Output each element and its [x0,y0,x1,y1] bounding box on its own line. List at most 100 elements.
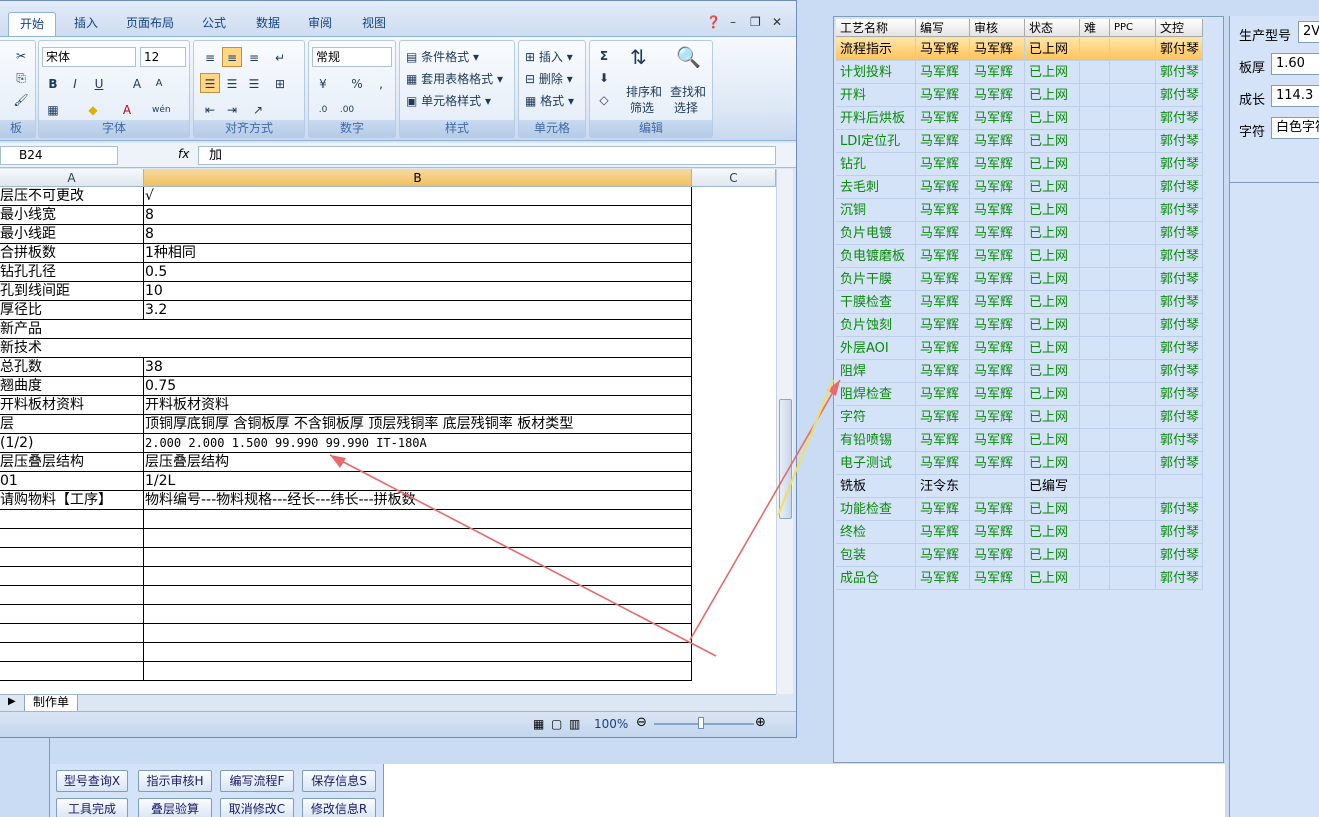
process-row[interactable]: 负电镀磨板 马军辉 马军辉 已上网 郭付琴 [834,245,1203,268]
cell-a[interactable]: 请购物料【工序】 [0,491,144,510]
length-input[interactable]: 114.3 [1271,85,1319,107]
cell-a[interactable]: 孔到线间距 [0,282,144,301]
thickness-input[interactable]: 1.60 [1271,53,1319,75]
formula-input[interactable]: 加 [198,146,776,165]
cell-a[interactable]: 翘曲度 [0,377,144,396]
tab-review[interactable]: 审阅 [298,12,342,36]
char-input[interactable]: 白色字符 [1271,117,1319,139]
number-format-select[interactable]: 常规 [312,47,392,67]
currency-icon[interactable]: ¥ [313,73,333,93]
write-flow-button[interactable]: 编写流程F [220,770,294,792]
vertical-scrollbar[interactable] [776,169,793,694]
find-select-label-2[interactable]: 选择 [674,99,698,116]
cell-b[interactable] [145,662,692,681]
close-icon[interactable]: ✕ [772,15,782,29]
cell-b[interactable] [145,624,692,643]
wrap-text-icon[interactable]: ↵ [270,47,290,67]
minimize-icon[interactable]: – [730,15,736,29]
grow-font-icon[interactable]: A [127,73,147,93]
tool-complete-button[interactable]: 工具完成 [56,798,128,817]
cell-b[interactable]: 38 [145,358,692,377]
cell-b[interactable]: 开料板材资料 [145,396,692,415]
cell-a[interactable] [0,624,144,643]
cell-a[interactable] [0,643,144,662]
col-difficulty[interactable]: 难 [1080,19,1110,37]
sum-icon[interactable]: Σ [594,45,614,65]
cell-b[interactable] [145,586,692,605]
cell-a[interactable] [0,605,144,624]
cell-a[interactable] [0,548,144,567]
cell-b[interactable]: √ [145,187,692,206]
table-format-button[interactable]: ▦ 套用表格格式 ▾ [406,70,503,87]
cell-b[interactable]: 8 [145,225,692,244]
align-center-icon[interactable]: ☰ [222,73,242,93]
cell-a[interactable] [0,662,144,681]
find-select-icon[interactable]: 🔍 [676,45,701,69]
column-header-a[interactable]: A [0,169,144,187]
normal-view-icon[interactable]: ▦ [533,717,544,731]
cell-a[interactable] [0,510,144,529]
sort-filter-label-2[interactable]: 筛选 [630,99,654,116]
font-size-select[interactable]: 12 [140,47,186,67]
col-ppc[interactable]: PPC [1110,19,1156,37]
sort-filter-label-1[interactable]: 排序和 [626,83,662,100]
process-row[interactable]: 沉铜 马军辉 马军辉 已上网 郭付琴 [834,199,1203,222]
col-reviewer[interactable]: 审核 [970,19,1025,37]
model-input[interactable]: 2V [1298,21,1319,43]
align-top-icon[interactable]: ≡ [200,47,220,67]
cell-b[interactable] [145,529,692,548]
process-row[interactable]: 计划投料 马军辉 马军辉 已上网 郭付琴 [834,61,1203,84]
cell-b[interactable]: 3.2 [145,301,692,320]
tab-page-layout[interactable]: 页面布局 [116,12,184,36]
cell-b[interactable]: 层压叠层结构 [145,453,692,472]
sheet-tab-zhizuodan[interactable]: 制作单 [24,695,79,712]
process-row[interactable]: 开料后烘板 马军辉 马军辉 已上网 郭付琴 [834,107,1203,130]
process-row[interactable]: 终检 马军辉 马军辉 已上网 郭付琴 [834,521,1203,544]
process-row[interactable]: 字符 马军辉 马军辉 已上网 郭付琴 [834,406,1203,429]
conditional-format-button[interactable]: ▤ 条件格式 ▾ [406,48,479,65]
clear-icon[interactable]: ◇ [594,89,614,109]
worksheet[interactable]: A B C 层压不可更改 √ 最小线宽 8 最小线距 8 合拼板数 1种相同 钻孔孔径 0.5 孔到… [0,169,776,694]
cell-a[interactable]: 层 [0,415,144,434]
cell-b[interactable]: 0.5 [145,263,692,282]
process-row[interactable]: 干膜检查 马军辉 马军辉 已上网 郭付琴 [834,291,1203,314]
save-info-button[interactable]: 保存信息S [302,770,376,792]
decrease-indent-icon[interactable]: ⇤ [200,99,220,119]
cell-b[interactable]: 顶铜厚底铜厚 含铜板厚 不含铜板厚 顶层残铜率 底层残铜率 板材类型 [145,415,692,434]
cell-b[interactable]: 物料编号---物料规格---经长---纬长---拼板数 [145,491,692,510]
process-row[interactable]: 流程指示 马军辉 马军辉 已上网 郭付琴 [834,38,1203,61]
align-right-icon[interactable]: ☰ [244,73,264,93]
cell-a[interactable]: 最小线距 [0,225,144,244]
cell-a[interactable] [0,567,144,586]
next-sheet-icon[interactable]: ▶ [8,696,16,707]
col-process-name[interactable]: 工艺名称 [836,19,916,37]
tab-formulas[interactable]: 公式 [192,12,236,36]
process-row[interactable]: 钻孔 马军辉 马军辉 已上网 郭付琴 [834,153,1203,176]
font-name-select[interactable]: 宋体 [42,47,136,67]
zoom-in-icon[interactable]: ⊕ [755,715,766,730]
scroll-thumb[interactable] [779,399,792,519]
process-row[interactable]: 开料 马军辉 马军辉 已上网 郭付琴 [834,84,1203,107]
delete-cells-button[interactable]: ⊟ 删除 ▾ [525,70,573,87]
process-row[interactable]: 负片蚀刻 马军辉 马军辉 已上网 郭付琴 [834,314,1203,337]
process-row[interactable]: 负片干膜 马军辉 马军辉 已上网 郭付琴 [834,268,1203,291]
cell-a[interactable]: 开料板材资料 [0,396,144,415]
col-writer[interactable]: 编写 [916,19,970,37]
align-left-icon[interactable]: ☰ [200,73,220,93]
format-painter-icon[interactable]: 🖌 [11,89,31,109]
fill-icon[interactable]: ⬇ [594,67,614,87]
col-status[interactable]: 状态 [1025,19,1080,37]
cell-a[interactable] [0,586,144,605]
shrink-font-icon[interactable]: A [149,73,169,93]
cell-b[interactable]: 2.000 2.000 1.500 99.990 99.990 IT-180A [145,434,692,453]
process-row[interactable]: 电子测试 马军辉 马军辉 已上网 郭付琴 [834,452,1203,475]
sort-filter-icon[interactable]: ⇅ [630,45,647,69]
zoom-out-icon[interactable]: ⊖ [636,715,647,730]
merge-icon[interactable]: ⊞ [270,73,290,93]
cell-b[interactable] [145,510,692,529]
phonetic-icon[interactable]: wén [151,99,171,119]
format-cells-button[interactable]: ▦ 格式 ▾ [525,92,574,109]
copy-icon[interactable]: ⎘ [11,67,31,87]
model-query-button[interactable]: 型号查询X [56,770,128,792]
process-row[interactable]: 阻焊 马军辉 马军辉 已上网 郭付琴 [834,360,1203,383]
